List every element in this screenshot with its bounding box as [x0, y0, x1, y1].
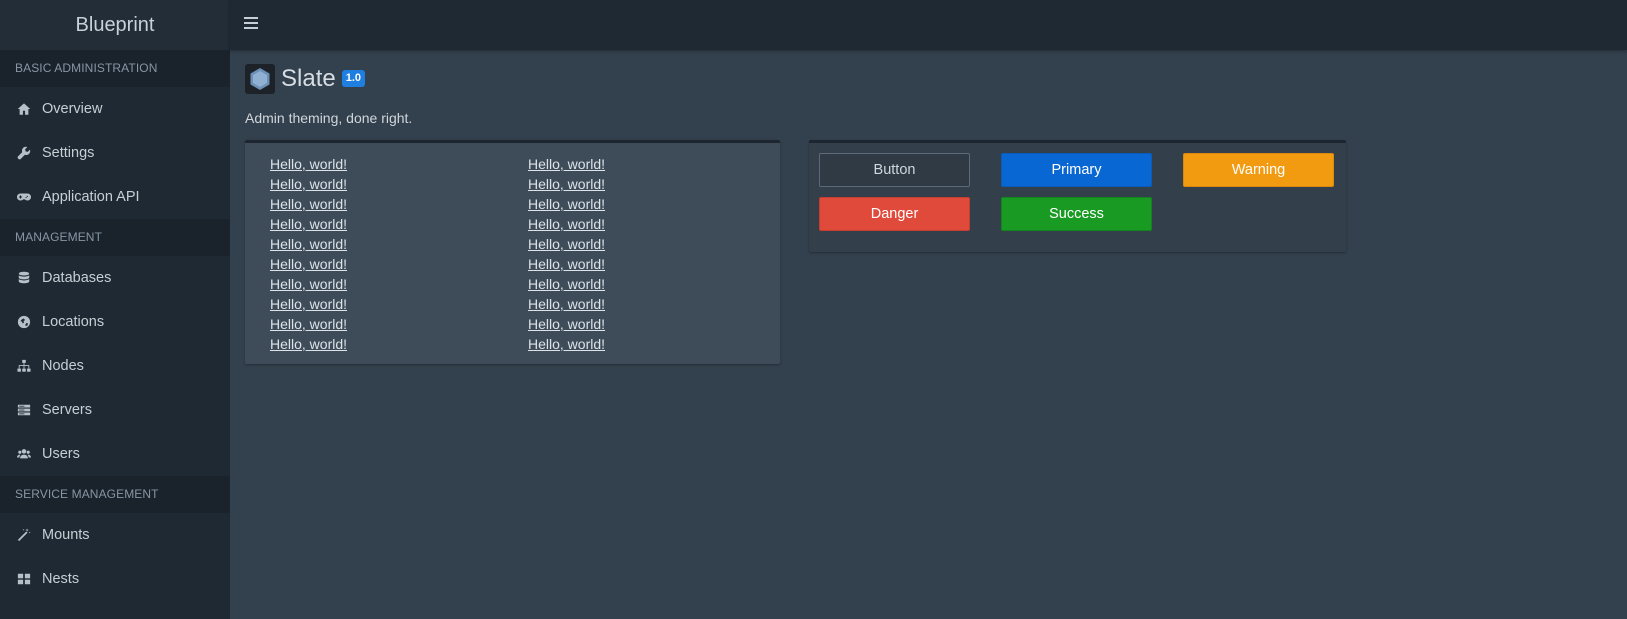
page-tagline: Admin theming, done right.: [245, 110, 413, 126]
version-badge: 1.0: [341, 69, 365, 87]
sidebar-item-nodes[interactable]: Nodes: [0, 344, 230, 388]
sitemap-icon: [17, 359, 31, 373]
hello-link[interactable]: Hello, world!: [528, 294, 605, 314]
sidebar: Blueprint Basic Administration Overview …: [0, 0, 230, 619]
hello-link[interactable]: Hello, world!: [270, 254, 347, 274]
links-box: Hello, world! Hello, world! Hello, world…: [245, 140, 780, 364]
primary-button[interactable]: Primary: [1001, 153, 1152, 187]
gamepad-icon: [17, 190, 31, 204]
sidebar-item-label: Settings: [42, 145, 95, 161]
sidebar-item-label: Nodes: [42, 358, 84, 374]
globe-icon: [17, 315, 31, 329]
links-column-2: Hello, world! Hello, world! Hello, world…: [528, 154, 605, 354]
sidebar-item-label: Application API: [42, 189, 140, 205]
hello-link[interactable]: Hello, world!: [528, 214, 605, 234]
sidebar-item-locations[interactable]: Locations: [0, 300, 230, 344]
hello-link[interactable]: Hello, world!: [528, 234, 605, 254]
sidebar-item-nests[interactable]: Nests: [0, 557, 230, 601]
hello-link[interactable]: Hello, world!: [270, 334, 347, 354]
hello-link[interactable]: Hello, world!: [270, 154, 347, 174]
sidebar-item-label: Mounts: [42, 527, 90, 543]
th-large-icon: [17, 572, 31, 586]
section-header-management: Management: [0, 219, 230, 256]
page-title: Slate: [281, 65, 336, 92]
hexagon-logo-icon: [245, 64, 275, 94]
sidebar-item-overview[interactable]: Overview: [0, 87, 230, 131]
sidebar-item-label: Users: [42, 446, 80, 462]
warning-button[interactable]: Warning: [1183, 153, 1334, 187]
sidebar-item-settings[interactable]: Settings: [0, 131, 230, 175]
links-column-1: Hello, world! Hello, world! Hello, world…: [270, 154, 347, 354]
server-icon: [17, 403, 31, 417]
hello-link[interactable]: Hello, world!: [528, 194, 605, 214]
sidebar-item-label: Databases: [42, 270, 112, 286]
hello-link[interactable]: Hello, world!: [270, 174, 347, 194]
sidebar-item-users[interactable]: Users: [0, 432, 230, 476]
database-icon: [17, 271, 31, 285]
hello-link[interactable]: Hello, world!: [528, 334, 605, 354]
hello-link[interactable]: Hello, world!: [528, 174, 605, 194]
hello-link[interactable]: Hello, world!: [528, 154, 605, 174]
hello-link[interactable]: Hello, world!: [270, 314, 347, 334]
sidebar-item-databases[interactable]: Databases: [0, 256, 230, 300]
buttons-box: Button Primary Warning Danger Success: [809, 140, 1346, 252]
wrench-icon: [17, 146, 31, 160]
sidebar-item-label: Servers: [42, 402, 92, 418]
sidebar-item-application-api[interactable]: Application API: [0, 175, 230, 219]
page-header: Slate 1.0: [245, 64, 365, 94]
hello-link[interactable]: Hello, world!: [270, 274, 347, 294]
hello-link[interactable]: Hello, world!: [270, 214, 347, 234]
sidebar-item-mounts[interactable]: Mounts: [0, 513, 230, 557]
sidebar-item-label: Overview: [42, 101, 103, 117]
hello-link[interactable]: Hello, world!: [528, 314, 605, 334]
section-header-service-management: Service Management: [0, 476, 230, 513]
hello-link[interactable]: Hello, world!: [528, 254, 605, 274]
hello-link[interactable]: Hello, world!: [270, 194, 347, 214]
magic-wand-icon: [17, 528, 31, 542]
users-icon: [17, 447, 31, 461]
section-header-basic-administration: Basic Administration: [0, 50, 230, 87]
hello-link[interactable]: Hello, world!: [270, 294, 347, 314]
brand-logo[interactable]: Blueprint: [0, 0, 230, 50]
hello-link[interactable]: Hello, world!: [270, 234, 347, 254]
sidebar-item-label: Locations: [42, 314, 105, 330]
top-navbar: [230, 0, 1627, 50]
success-button[interactable]: Success: [1001, 197, 1152, 231]
hello-link[interactable]: Hello, world!: [528, 274, 605, 294]
hamburger-menu-icon[interactable]: [244, 17, 258, 31]
danger-button[interactable]: Danger: [819, 197, 970, 231]
home-icon: [17, 102, 31, 116]
sidebar-item-servers[interactable]: Servers: [0, 388, 230, 432]
sidebar-item-label: Nests: [42, 571, 80, 587]
default-button[interactable]: Button: [819, 153, 970, 187]
